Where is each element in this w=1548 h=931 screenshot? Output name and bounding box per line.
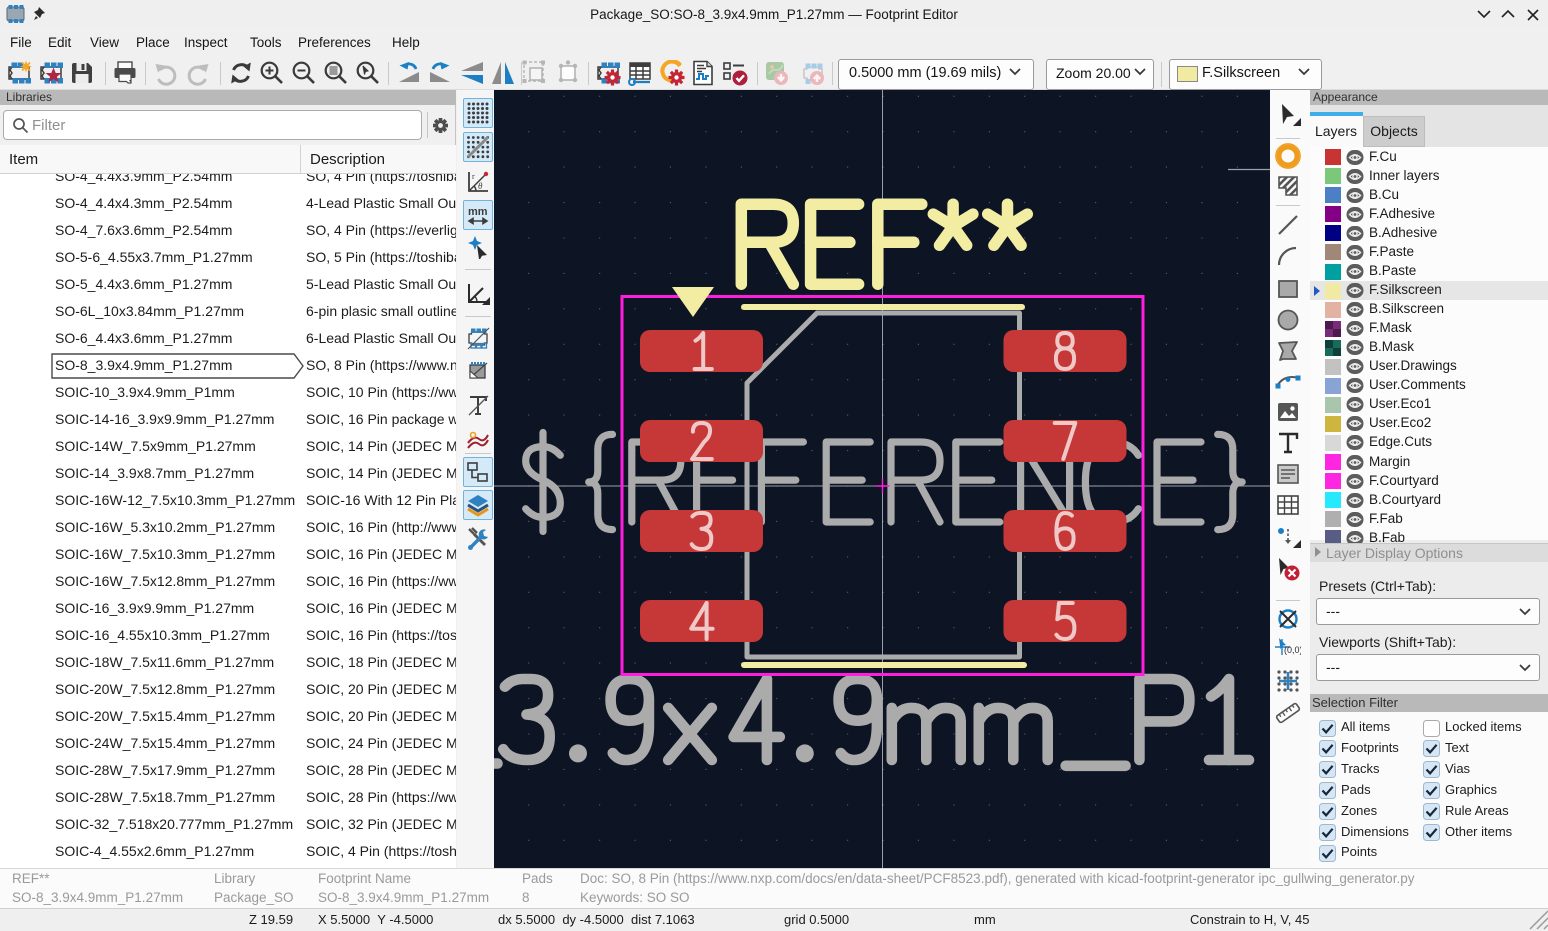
svg-text:mm: mm: [468, 206, 488, 218]
svg-text:r: r: [472, 172, 475, 181]
svg-text:(0,0): (0,0): [1284, 645, 1301, 655]
svg-text:θ: θ: [478, 181, 483, 191]
